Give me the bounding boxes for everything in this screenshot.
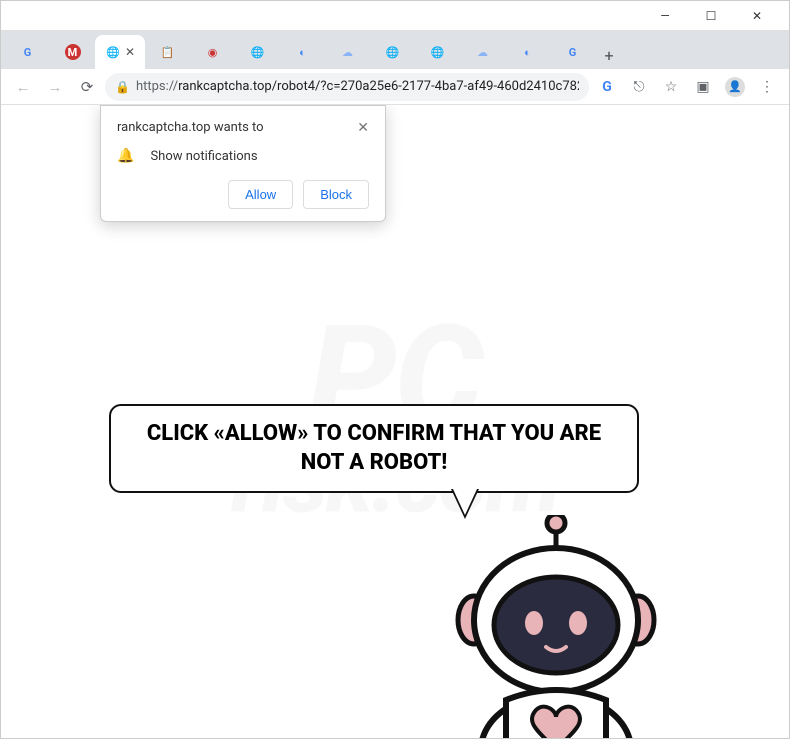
- tab-6[interactable]: ◐: [280, 35, 325, 69]
- favicon-m-icon: M: [65, 44, 81, 60]
- favicon-cloud-icon: ☁: [475, 44, 491, 60]
- minimize-button[interactable]: —: [651, 6, 679, 26]
- window-controls: — ☐ ✕: [651, 6, 789, 26]
- favicon-c-icon: ◐: [295, 44, 311, 60]
- bookmark-star-icon[interactable]: ☆: [657, 73, 685, 101]
- bell-icon: 🔔: [117, 148, 134, 164]
- tab-strip: G M 🌐 ✕ 📋 ◉ 🌐 ◐ ☁ 🌐 🌐 ☁ ◐ G +: [1, 31, 789, 69]
- favicon-c-icon: ◐: [520, 44, 536, 60]
- google-search-icon[interactable]: G: [593, 73, 621, 101]
- tab-8[interactable]: 🌐: [370, 35, 415, 69]
- favicon-google-icon: G: [565, 44, 581, 60]
- tab-active[interactable]: 🌐 ✕: [95, 35, 145, 69]
- page-content: PC risk.com rankcaptcha.top wants to ✕ 🔔…: [1, 105, 789, 738]
- tab-5[interactable]: 🌐: [235, 35, 280, 69]
- speech-bubble: CLICK «ALLOW» TO CONFIRM THAT YOU ARE NO…: [109, 404, 639, 493]
- maximize-button[interactable]: ☐: [697, 6, 725, 26]
- favicon-cloud-icon: ☁: [340, 44, 356, 60]
- globe-icon: 🌐: [105, 44, 121, 60]
- close-window-button[interactable]: ✕: [743, 6, 771, 26]
- tab-12[interactable]: G: [550, 35, 595, 69]
- tab-4[interactable]: ◉: [190, 35, 235, 69]
- favicon-t-icon: 📋: [160, 44, 176, 60]
- robot-illustration: [406, 515, 706, 738]
- tab-11[interactable]: ◐: [505, 35, 550, 69]
- tab-10[interactable]: ☁: [460, 35, 505, 69]
- permission-message: Show notifications: [150, 149, 257, 164]
- lock-icon: 🔒: [115, 80, 130, 94]
- speech-text: CLICK «ALLOW» TO CONFIRM THAT YOU ARE NO…: [147, 421, 601, 475]
- browser-window: — ☐ ✕ G M 🌐 ✕ 📋 ◉ 🌐 ◐ ☁ 🌐 🌐 ☁ ◐ G + ← → …: [0, 0, 790, 739]
- favicon-google-icon: G: [20, 44, 36, 60]
- reload-button[interactable]: ⟳: [73, 73, 101, 101]
- window-titlebar: — ☐ ✕: [1, 1, 789, 31]
- block-button[interactable]: Block: [303, 180, 369, 209]
- profile-avatar[interactable]: 👤: [721, 73, 749, 101]
- toolbar: ← → ⟳ 🔒 https://rankcaptcha.top/robot4/?…: [1, 69, 789, 105]
- favicon-d-icon: ◉: [205, 44, 221, 60]
- tab-1[interactable]: M: [50, 35, 95, 69]
- globe-icon: 🌐: [250, 44, 266, 60]
- tab-9[interactable]: 🌐: [415, 35, 460, 69]
- url-text: https://rankcaptcha.top/robot4/?c=270a25…: [136, 79, 579, 94]
- close-icon[interactable]: ✕: [357, 120, 369, 136]
- tab-close-button[interactable]: ✕: [125, 45, 135, 59]
- extensions-icon[interactable]: ▣: [689, 73, 717, 101]
- tab-3[interactable]: 📋: [145, 35, 190, 69]
- forward-button[interactable]: →: [41, 73, 69, 101]
- tab-7[interactable]: ☁: [325, 35, 370, 69]
- back-button[interactable]: ←: [9, 73, 37, 101]
- globe-icon: 🌐: [430, 44, 446, 60]
- permission-title: rankcaptcha.top wants to: [117, 120, 264, 135]
- allow-button[interactable]: Allow: [228, 180, 293, 209]
- address-bar[interactable]: 🔒 https://rankcaptcha.top/robot4/?c=270a…: [105, 73, 589, 101]
- notification-permission-prompt: rankcaptcha.top wants to ✕ 🔔 Show notifi…: [100, 105, 386, 222]
- menu-icon[interactable]: ⋮: [753, 73, 781, 101]
- tab-0[interactable]: G: [5, 35, 50, 69]
- new-tab-button[interactable]: +: [595, 41, 623, 69]
- share-icon[interactable]: ⎋: [625, 73, 653, 101]
- globe-icon: 🌐: [385, 44, 401, 60]
